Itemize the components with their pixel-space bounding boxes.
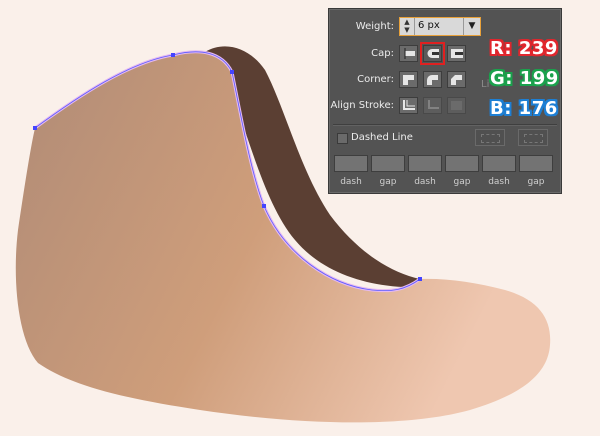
anchor-point[interactable] <box>171 53 175 57</box>
gap-label: gap <box>453 177 471 187</box>
anchor-point[interactable] <box>262 204 266 208</box>
align-center-icon <box>403 100 415 110</box>
miter-join-button[interactable] <box>399 71 418 88</box>
align-inside-button[interactable] <box>423 97 442 114</box>
preserve-dash-button[interactable] <box>475 129 505 146</box>
miter-join-icon <box>403 75 414 85</box>
anchor-point[interactable] <box>230 70 234 74</box>
dash-field-3[interactable] <box>482 155 516 172</box>
corner-label: Corner: <box>357 74 394 85</box>
align-stroke-label: Align Stroke: <box>330 100 395 111</box>
round-cap-icon <box>427 49 439 58</box>
dashed-line-label: Dashed Line <box>351 132 413 143</box>
projecting-cap-button[interactable] <box>447 45 466 62</box>
dash-corner-icon <box>524 134 543 143</box>
dash-label: dash <box>488 177 510 187</box>
weight-value: 6 px <box>418 20 440 31</box>
dash-align-icon <box>481 134 500 143</box>
align-outside-icon <box>451 101 462 110</box>
anchor-point[interactable] <box>33 126 37 130</box>
align-dash-button[interactable] <box>518 129 548 146</box>
bevel-join-icon <box>451 75 462 85</box>
align-center-button[interactable] <box>399 97 418 114</box>
dash-label: dash <box>340 177 362 187</box>
gap-field-1[interactable] <box>371 155 405 172</box>
round-join-icon <box>427 75 438 85</box>
limit-label: Li <box>481 79 490 90</box>
align-inside-icon <box>428 100 439 109</box>
dash-label: dash <box>414 177 436 187</box>
projecting-cap-icon <box>451 49 463 58</box>
butt-cap-button[interactable] <box>399 45 418 62</box>
round-join-button[interactable] <box>423 71 442 88</box>
weight-select[interactable]: ▲ ▼ 6 px ▼ <box>399 17 481 36</box>
cap-label: Cap: <box>371 48 394 59</box>
dashed-line-checkbox[interactable] <box>337 133 348 144</box>
align-outside-button[interactable] <box>447 97 466 114</box>
weight-label: Weight: <box>355 21 394 32</box>
butt-cap-icon <box>404 48 415 59</box>
gap-label: gap <box>527 177 545 187</box>
chevron-down-icon[interactable]: ▼ <box>463 18 480 35</box>
divider <box>333 124 557 126</box>
dash-field-1[interactable] <box>334 155 368 172</box>
gap-field-2[interactable] <box>445 155 479 172</box>
dash-field-2[interactable] <box>408 155 442 172</box>
anchor-point[interactable] <box>418 277 422 281</box>
gap-label: gap <box>379 177 397 187</box>
blue-value-overlay: B: 176 <box>490 98 558 119</box>
round-cap-button[interactable] <box>420 42 445 65</box>
red-value-overlay: R: 239 <box>490 38 558 59</box>
green-value-overlay: G: 199 <box>490 68 559 89</box>
gap-field-3[interactable] <box>519 155 553 172</box>
weight-stepper[interactable]: ▲ ▼ <box>400 18 415 35</box>
bevel-join-button[interactable] <box>447 71 466 88</box>
